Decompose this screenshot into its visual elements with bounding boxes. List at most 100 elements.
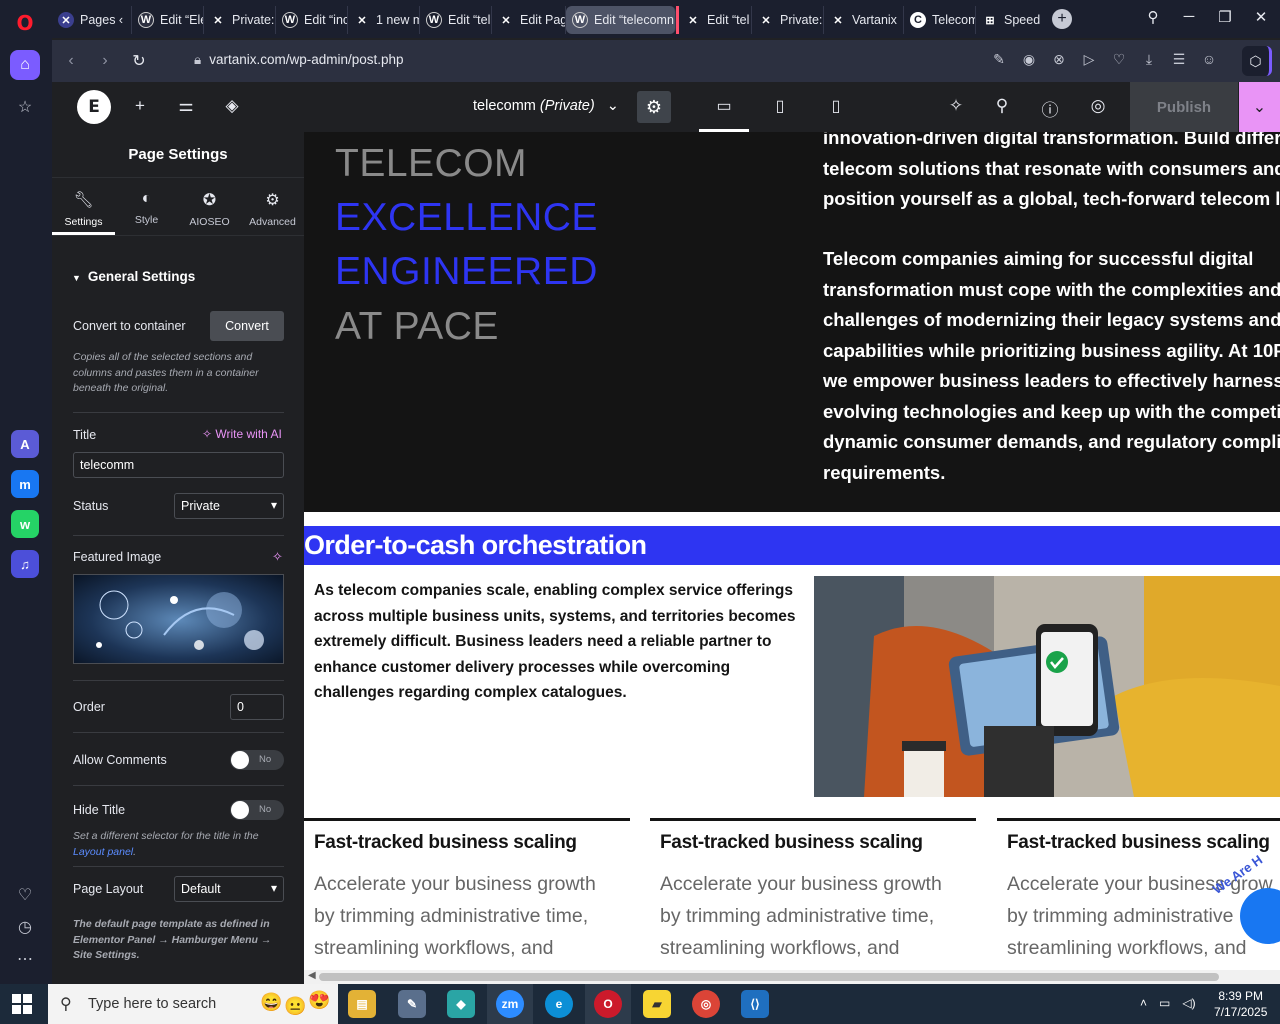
site-settings-icon[interactable]: ⚌ (175, 96, 197, 116)
status-select[interactable]: Private (174, 493, 284, 519)
new-tab-button[interactable]: + (1052, 9, 1072, 29)
chevron-down-icon[interactable]: ⌄ (1239, 82, 1280, 132)
browser-tab[interactable]: W Edit “tel (420, 6, 492, 34)
forward-icon[interactable]: › (88, 52, 122, 70)
feature-card: Fast-tracked business scaling Accelerate… (304, 818, 630, 964)
title-input[interactable]: telecomm (73, 452, 284, 478)
url-field[interactable]: 🔒︎ vartanix.com/wp-admin/post.php (194, 52, 404, 68)
browser-tab[interactable]: ✕ Pages ‹ (52, 6, 132, 34)
send-icon[interactable]: ▷ (1080, 51, 1098, 68)
close-icon[interactable]: ✕ (1248, 8, 1274, 26)
divider (73, 412, 284, 413)
whatsapp-icon[interactable]: w (11, 510, 39, 538)
windows-start-icon[interactable] (12, 994, 32, 1014)
ai-sparkle-icon[interactable]: ✧ (272, 549, 283, 565)
back-icon[interactable]: ‹ (54, 52, 88, 70)
file-explorer-icon[interactable]: ▤ (348, 990, 376, 1018)
allow-comments-toggle[interactable]: No (230, 750, 284, 770)
edge-icon[interactable]: e (545, 990, 573, 1018)
profile-icon[interactable]: ☺ (1200, 51, 1218, 68)
browser-tab[interactable]: ✕ 1 new m (348, 6, 420, 34)
shield-icon[interactable]: ⊗ (1050, 51, 1068, 68)
more-icon[interactable]: ⋯ (10, 944, 40, 974)
notifications-icon[interactable]: ✧ (945, 96, 967, 116)
opera-logo-icon[interactable]: O (10, 8, 40, 38)
order-label: Order (73, 700, 105, 714)
page-title-dropdown[interactable]: telecomm (Private) ⌄ (473, 98, 619, 114)
camera-icon[interactable]: ◉ (1020, 51, 1038, 68)
tab-aioseo[interactable]: ✪ AIOSEO (178, 178, 241, 235)
scrollbar-thumb[interactable] (319, 973, 1219, 981)
cube-icon[interactable]: ⬡ (1242, 46, 1272, 76)
order-input[interactable]: 0 (230, 694, 284, 720)
hero-heading-line: ENGINEERED (335, 250, 598, 293)
browser-tab[interactable]: ⊞ Speed D (976, 6, 1044, 34)
chrome-icon[interactable]: ◎ (692, 990, 720, 1018)
star-icon[interactable]: ☆ (10, 92, 40, 122)
browser-tab[interactable]: ✕ Edit Pag (492, 6, 566, 34)
browser-tab[interactable]: ✕ Vartanix (824, 6, 904, 34)
publish-button[interactable]: Publish (1130, 82, 1238, 132)
layout-panel-link[interactable]: Layout panel (73, 846, 133, 858)
horizontal-scrollbar[interactable]: ◀ (304, 970, 1280, 984)
music-icon[interactable]: ♫ (11, 550, 39, 578)
hide-title-toggle[interactable]: No (230, 800, 284, 820)
search-icon[interactable]: ⚲ (991, 96, 1013, 116)
browser-tab[interactable]: W Edit “Ele (132, 6, 204, 34)
taskbar-search[interactable]: ⚲ Type here to search 😄 😐 😍 (48, 984, 338, 1024)
aria-icon[interactable]: A (11, 430, 39, 458)
browser-tab[interactable]: C Telecom (904, 6, 976, 34)
history-icon[interactable]: ◷ (10, 912, 40, 942)
write-with-ai-link[interactable]: ✧ Write with AI (202, 427, 282, 441)
tab-settings[interactable]: 🔧︎ Settings (52, 178, 115, 235)
app-icon[interactable]: ◆ (447, 990, 475, 1018)
messenger-icon[interactable]: m (11, 470, 39, 498)
volume-icon[interactable]: ◁) (1182, 996, 1195, 1010)
menu-icon[interactable]: ☰ (1170, 51, 1188, 68)
page-layout-select[interactable]: Default (174, 876, 284, 902)
paint-icon[interactable]: ✎ (398, 990, 426, 1018)
add-element-icon[interactable]: + (129, 96, 151, 116)
preview-eye-icon[interactable]: ◎ (1087, 96, 1109, 116)
tab-advanced[interactable]: ⚙ Advanced (241, 178, 304, 235)
network-icon[interactable]: ▭ (1159, 996, 1170, 1010)
address-bar: ‹ › ↻ 🔒︎ vartanix.com/wp-admin/post.php ✎… (52, 40, 1280, 82)
toggle-knob (231, 751, 249, 769)
edit-icon[interactable]: ✎ (990, 51, 1008, 68)
tablet-icon[interactable]: ▯ (769, 96, 791, 116)
aioseo-icon: ✪ (202, 192, 217, 209)
x-icon: ✕ (761, 14, 771, 27)
minimize-icon[interactable]: ─ (1176, 8, 1202, 25)
browser-tab[interactable]: ✕ Private: (204, 6, 276, 34)
reload-icon[interactable]: ↻ (122, 51, 156, 71)
taskbar-clock[interactable]: 8:39 PM 7/17/2025 (1214, 988, 1267, 1020)
desktop-icon[interactable]: ▭ (699, 96, 749, 132)
wordpress-icon: W (572, 12, 588, 28)
download-icon[interactable]: ⤓ (1140, 51, 1158, 68)
search-tabs-icon[interactable]: ⚲ (1140, 8, 1166, 26)
scroll-left-icon[interactable]: ◀ (308, 970, 316, 981)
zoom-icon[interactable]: zm (496, 990, 524, 1018)
restore-icon[interactable]: ❐ (1212, 8, 1238, 26)
browser-tab[interactable]: ✕ Edit “tel (676, 6, 752, 34)
tab-style[interactable]: ◐ Style (115, 178, 178, 235)
featured-image-thumbnail[interactable] (73, 574, 284, 664)
contrast-icon: ◐ (141, 190, 152, 207)
elementor-logo-icon[interactable]: E (77, 90, 111, 124)
browser-tab-active[interactable]: W Edit “telecomn (566, 6, 676, 34)
help-icon[interactable]: ⓘ (1039, 96, 1061, 121)
home-icon[interactable]: ⌂ (10, 50, 40, 80)
heart-icon[interactable]: ♡ (10, 880, 40, 910)
browser-tab[interactable]: W Edit “inc (276, 6, 348, 34)
vscode-icon[interactable]: ⟨⟩ (741, 990, 769, 1018)
mobile-icon[interactable]: ▯ (825, 96, 847, 116)
opera-icon[interactable]: O (594, 990, 622, 1018)
heart-icon[interactable]: ♡ (1110, 51, 1128, 68)
structure-icon[interactable]: ◈ (221, 96, 243, 116)
chevron-up-icon[interactable]: ˄ (1140, 996, 1147, 1010)
convert-button[interactable]: Convert (210, 311, 284, 341)
general-settings-toggle[interactable]: ▼ General Settings (72, 269, 195, 284)
browser-tab[interactable]: ✕ Private: (752, 6, 824, 34)
gear-icon[interactable]: ⚙ (637, 91, 671, 123)
sticky-notes-icon[interactable]: ▰ (643, 990, 671, 1018)
